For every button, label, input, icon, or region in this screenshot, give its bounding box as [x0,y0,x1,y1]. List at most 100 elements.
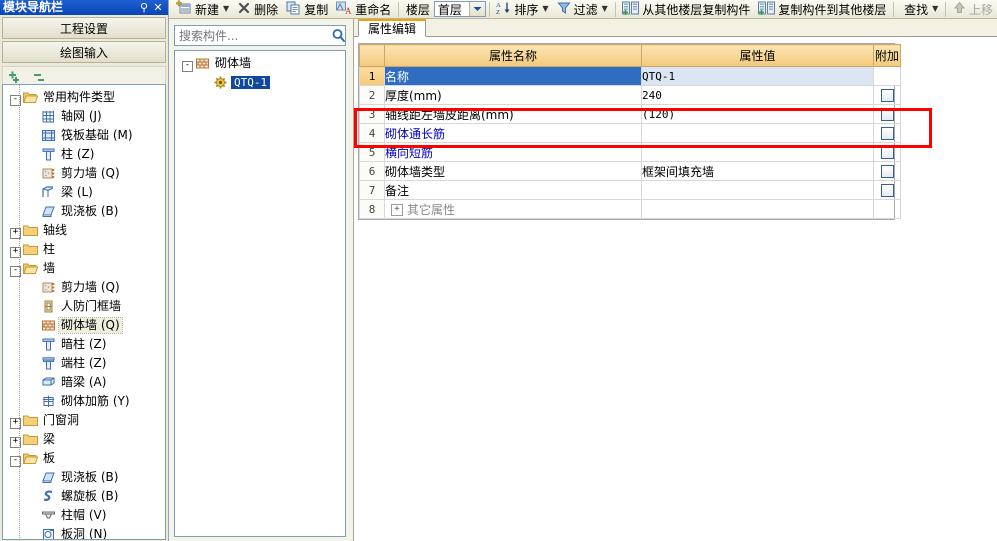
table-row[interactable]: 1 名称 QTQ-1 [359,66,901,86]
chevron-down-icon[interactable] [468,2,485,16]
property-name-cell[interactable]: 名称 [384,66,642,86]
tree-item[interactable]: 砌体加筋 (Y) [3,392,165,411]
tree-item[interactable]: + 门窗洞 [3,411,165,430]
chevron-down-icon[interactable]: ▼ [223,5,229,13]
attach-cell[interactable] [873,104,901,124]
tree-item[interactable]: + 柱 [3,240,165,259]
tree-item[interactable]: + 轴线 [3,221,165,240]
table-row[interactable]: 2 厚度(mm) 240 [359,85,901,105]
table-row[interactable]: 7 备注 [359,180,901,200]
attach-checkbox[interactable] [880,89,894,102]
table-row[interactable]: 4 砌体通长筋 [359,123,901,143]
property-value-cell[interactable]: 240 [641,85,874,105]
sort-button[interactable]: A Z 排序 ▼ [492,0,552,18]
property-value-cell[interactable]: 框架间填充墙 [641,161,874,181]
attach-checkbox[interactable] [880,108,894,121]
tree-item[interactable]: 暗柱 (Z) [3,335,165,354]
attach-checkbox[interactable] [880,184,894,197]
collapse-toggle-icon[interactable]: - [181,56,194,72]
search-box[interactable] [174,25,346,46]
property-name-cell[interactable]: 轴线距左墙皮距离(mm) [384,104,642,124]
attach-checkbox[interactable] [880,127,894,140]
collapse-toggle-icon[interactable]: - [9,90,22,106]
filter-button[interactable]: 过滤 ▼ [553,0,612,18]
drawing-input-button[interactable]: 绘图输入 [2,41,166,63]
property-value-cell[interactable]: QTQ-1 [641,66,874,86]
attach-cell[interactable] [873,85,901,105]
tree-item[interactable]: 剪力墙 (Q) [3,164,165,183]
table-row[interactable]: 8 + 其它属性 [359,199,901,219]
expand-toggle-icon[interactable]: + [9,242,22,258]
component-tree-container[interactable]: - 砌体墙 QTQ-1 [174,50,346,537]
expand-toggle-icon[interactable]: + [9,223,22,239]
collapse-toggle-icon[interactable]: - [9,261,22,277]
module-tree-container[interactable]: - 常用构件类型 轴网 (J) 筏板基础 (M) 柱 (Z) 剪力墙 (Q) 梁 (L) 现浇… [2,84,166,540]
table-row[interactable]: 5 横向短筋 [359,142,901,162]
attach-checkbox[interactable] [880,146,894,159]
collapse-toggle-icon[interactable]: - [9,451,22,467]
delete-button[interactable]: 删除 [233,0,282,18]
tree-item[interactable]: 筏板基础 (M) [3,126,165,145]
tree-item[interactable]: 端柱 (Z) [3,354,165,373]
table-row[interactable]: 3 轴线距左墙皮距离(mm) (120) [359,104,901,124]
attach-checkbox[interactable] [880,165,894,178]
copy-button[interactable]: 复制 [282,0,332,18]
property-value-cell[interactable]: (120) [641,104,874,124]
search-input[interactable] [175,26,331,45]
tree-item[interactable]: 螺旋板 (B) [3,487,165,506]
tree-item[interactable]: 剪力墙 (Q) [3,278,165,297]
close-icon[interactable]: ✕ [151,0,165,15]
tree-item[interactable]: 现浇板 (B) [3,202,165,221]
magnifier-icon[interactable] [331,26,346,45]
rename-button[interactable]: A 重命名 [332,0,395,18]
property-value-cell[interactable] [641,123,874,143]
property-table-container[interactable]: 属性名称 属性值 附加 1 名称 QTQ-1 2 厚度(mm) 240 3 轴线距左墙皮距离(… [358,43,901,220]
attach-cell[interactable] [873,142,901,162]
property-name-cell[interactable]: 砌体通长筋 [384,123,642,143]
property-name-cell[interactable]: 备注 [384,180,642,200]
expand-toggle-icon[interactable]: + [9,432,22,448]
tree-item[interactable]: -墙 [3,259,165,278]
property-value-cell[interactable] [641,199,874,219]
component-tree[interactable]: - 砌体墙 QTQ-1 [175,54,345,92]
tree-item[interactable]: 暗梁 (A) [3,373,165,392]
attach-cell[interactable] [873,161,901,181]
copy-from-other-floor-button[interactable]: 从其他楼层复制构件 [618,0,754,18]
find-button[interactable]: 查找 ▼ [897,0,942,18]
tree-item[interactable]: + 梁 [3,430,165,449]
tree-item[interactable]: 板洞 (N) [3,525,165,539]
tree-item[interactable]: 现浇板 (B) [3,468,165,487]
move-up-button[interactable]: 上移 [949,0,997,18]
table-row[interactable]: 6 砌体墙类型 框架间填充墙 [359,161,901,181]
new-button[interactable]: 新建 ▼ [172,0,233,18]
module-tree[interactable]: - 常用构件类型 轴网 (J) 筏板基础 (M) 柱 (Z) 剪力墙 (Q) 梁 (L) 现浇… [3,85,165,539]
project-settings-button[interactable]: 工程设置 [2,17,166,39]
tree-item[interactable]: 人防门框墙 [3,297,165,316]
tree-item[interactable]: 轴网 (J) [3,107,165,126]
pin-icon[interactable]: ⚲ [137,0,151,15]
property-value-cell[interactable] [641,142,874,162]
attach-cell[interactable] [873,123,901,143]
attach-cell[interactable] [873,180,901,200]
expand-toggle-icon[interactable]: + [9,413,22,429]
tree-item[interactable]: 砌体墙 (Q) [3,316,165,335]
property-name-cell[interactable]: + 其它属性 [384,199,642,219]
property-value-cell[interactable] [641,180,874,200]
chevron-down-icon[interactable]: ▼ [602,5,608,13]
tree-item[interactable]: - 常用构件类型 [3,88,165,107]
tree-item[interactable]: - 砌体墙 [175,54,345,73]
tree-item[interactable]: -板 [3,449,165,468]
tree-item[interactable]: 梁 (L) [3,183,165,202]
component-toolbar[interactable]: 新建 ▼ 删除 复制 A 重命名 楼层 首层 A Z 排序 ▼ 过滤 ▼ 从其他… [169,0,997,19]
property-name-cell[interactable]: 横向短筋 [384,142,642,162]
expand-toggle-icon[interactable]: + [391,204,403,216]
chevron-down-icon[interactable]: ▼ [932,5,938,13]
property-name-cell[interactable]: 厚度(mm) [384,85,642,105]
tab-property-edit[interactable]: 属性编辑 [358,19,427,37]
tree-item[interactable]: 柱 (Z) [3,145,165,164]
property-name-cell[interactable]: 砌体墙类型 [384,161,642,181]
tree-item[interactable]: 柱帽 (V) [3,506,165,525]
tree-item[interactable]: QTQ-1 [175,73,345,92]
copy-to-other-floor-button[interactable]: 复制构件到其他楼层 [754,0,890,18]
property-table-body[interactable]: 1 名称 QTQ-1 2 厚度(mm) 240 3 轴线距左墙皮距离(mm) (120) 4 砌体通… [359,66,901,219]
